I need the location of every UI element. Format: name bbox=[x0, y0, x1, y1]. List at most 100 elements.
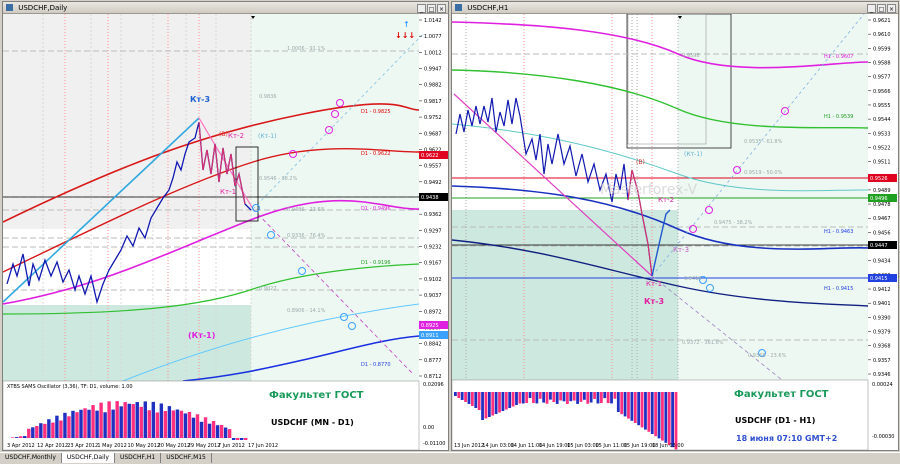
maximize-icon[interactable]: □ bbox=[877, 4, 886, 13]
osc-bar bbox=[633, 392, 637, 423]
ytick-label: 0.9492 bbox=[424, 180, 442, 186]
ytick-label: 0.9379 bbox=[873, 330, 891, 336]
osc-bar bbox=[139, 406, 143, 438]
osc-bar bbox=[143, 401, 147, 438]
xtick-label: 18 Jun 03:00 bbox=[652, 443, 684, 449]
tab-m15[interactable]: USDCHF,M15 bbox=[161, 453, 212, 463]
osc-bar bbox=[552, 392, 556, 402]
watermark: Masterforex-V bbox=[600, 182, 698, 198]
osc-bar bbox=[123, 402, 127, 438]
osc-bar bbox=[518, 392, 522, 404]
osc-bar bbox=[95, 410, 99, 438]
chart-area-daily[interactable]: Кт-3 Кт-2 Кт-1 (Кт-1) (Кт-1) (В) D1 - 0.… bbox=[3, 14, 448, 450]
ytick-label: 0.9456 bbox=[873, 230, 891, 236]
osc-bar bbox=[203, 417, 208, 438]
osc-bar bbox=[657, 392, 661, 439]
tab-daily[interactable]: USDCHF,Daily bbox=[61, 453, 115, 463]
osc-bar bbox=[555, 392, 559, 404]
fib-label: 0.9475 - 38.2% bbox=[714, 220, 753, 226]
price-tag-label: 0.8911 bbox=[421, 333, 439, 339]
window-titlebar[interactable]: USDCHF,Daily _ □ × bbox=[3, 2, 448, 14]
osc-bar bbox=[207, 423, 212, 438]
ytick-label: 0.9555 bbox=[873, 103, 891, 109]
chart-window-h1[interactable]: USDCHF,H1 _ □ × Masterforex-V (В) Кт-2 К… bbox=[451, 1, 899, 451]
osc-bar bbox=[219, 425, 224, 438]
level-label: H1 - 0.9415 bbox=[824, 286, 853, 292]
osc-bar bbox=[163, 411, 168, 438]
ytick-label: 0.9167 bbox=[424, 261, 442, 267]
ytick-label: 0.9102 bbox=[424, 277, 442, 283]
fib-label: 0.9027 bbox=[259, 286, 277, 292]
osc-bar bbox=[603, 392, 607, 399]
osc-bar bbox=[460, 392, 464, 400]
label-kt1: Кт-1 bbox=[220, 188, 236, 196]
osc-bar bbox=[487, 392, 491, 417]
label-kt3-dotted: Кт-3 bbox=[673, 246, 689, 254]
ytick-label: 0.8842 bbox=[424, 342, 442, 348]
ytick-label: 1.0077 bbox=[424, 34, 442, 40]
ytick-label: 0.9687 bbox=[424, 131, 442, 137]
osc-bar bbox=[562, 392, 566, 402]
tab-monthly[interactable]: USDCHF,Monthly bbox=[0, 453, 62, 463]
fib-label: 0.9336 - 76.4% bbox=[287, 233, 326, 239]
osc-bar bbox=[623, 392, 627, 417]
ytick-label: 0.9390 bbox=[873, 315, 891, 321]
x-axis: 3 Apr 2012 12 Apr 2012 23 Apr 2012 1 May 20… bbox=[7, 443, 278, 449]
overlay-title: Факультет ГОСТ bbox=[734, 389, 829, 400]
label-kt3: Кт-3 bbox=[190, 95, 210, 104]
level-label: D1 - 0.9825 bbox=[361, 109, 391, 115]
osc-bar bbox=[599, 392, 603, 403]
osc-bar bbox=[71, 410, 75, 438]
ytick-label: 0.8777 bbox=[424, 358, 442, 364]
window-titlebar[interactable]: USDCHF,H1 _ □ × bbox=[452, 2, 898, 14]
osc-bar bbox=[470, 392, 474, 406]
overlay-pair: USDCHF (MN - D1) bbox=[271, 418, 354, 427]
osc-bar bbox=[211, 420, 216, 438]
osc-bar bbox=[179, 410, 184, 438]
xtick-label: 10 May 2012 bbox=[128, 443, 161, 449]
osc-bar bbox=[576, 392, 579, 404]
xtick-label: 15 Jun 19:00 bbox=[624, 443, 656, 449]
ytick-label: 0.9599 bbox=[873, 46, 891, 52]
osc-bar bbox=[111, 409, 115, 438]
osc-ytick: 0.00 bbox=[423, 425, 434, 431]
osc-bar bbox=[35, 425, 39, 438]
ytick-label: 0.9362 bbox=[424, 212, 442, 218]
osc-bar bbox=[239, 438, 244, 440]
osc-bar bbox=[671, 392, 675, 448]
osc-bar bbox=[215, 425, 220, 438]
fib-label: 0.9366 - 23.6% bbox=[748, 353, 787, 359]
ytick-label: 0.9467 bbox=[873, 216, 891, 222]
osc-bar bbox=[630, 392, 634, 421]
fib-label: 0.9598 bbox=[682, 53, 700, 59]
osc-bar bbox=[569, 392, 573, 402]
osc-bar bbox=[515, 392, 518, 405]
level-label: D1 - 0.9622 bbox=[361, 151, 391, 157]
close-icon[interactable]: × bbox=[887, 4, 896, 13]
xtick-label: 7 Jun 2012 bbox=[218, 443, 245, 449]
xtick-label: 12 Apr 2012 bbox=[37, 443, 68, 449]
osc-bar bbox=[167, 406, 172, 438]
osc-bar bbox=[223, 427, 228, 438]
x-axis: 13 Jun 201214 Jun 03:0014 Jun 11:0014 Ju… bbox=[454, 443, 684, 449]
minimize-icon[interactable]: _ bbox=[867, 4, 876, 13]
label-kt2: Кт-2 bbox=[228, 132, 244, 140]
ytick-label: 0.9621 bbox=[873, 18, 891, 24]
osc-bar bbox=[586, 392, 590, 404]
ytick-label: 0.9357 bbox=[873, 358, 891, 364]
ytick-label: 0.9817 bbox=[424, 99, 442, 105]
close-icon[interactable]: × bbox=[437, 4, 446, 13]
osc-bar bbox=[235, 438, 240, 440]
osc-bar bbox=[131, 404, 135, 438]
minimize-icon[interactable]: _ bbox=[417, 4, 426, 13]
chart-window-daily[interactable]: USDCHF,Daily _ □ × Кт-3 Кт-2 Кт-1 (Кт-1)… bbox=[2, 1, 449, 451]
history-zone-lower bbox=[452, 210, 678, 380]
osc-bar bbox=[613, 392, 617, 399]
osc-bar bbox=[494, 392, 498, 414]
tab-h1[interactable]: USDCHF,H1 bbox=[115, 453, 162, 463]
chart-area-h1[interactable]: Masterforex-V (В) Кт-2 Кт-3 (Кт-1) Кт-1 … bbox=[452, 14, 898, 450]
forecast-zone bbox=[678, 14, 868, 380]
osc-bar bbox=[91, 405, 95, 438]
osc-bar bbox=[79, 409, 83, 438]
maximize-icon[interactable]: □ bbox=[427, 4, 436, 13]
